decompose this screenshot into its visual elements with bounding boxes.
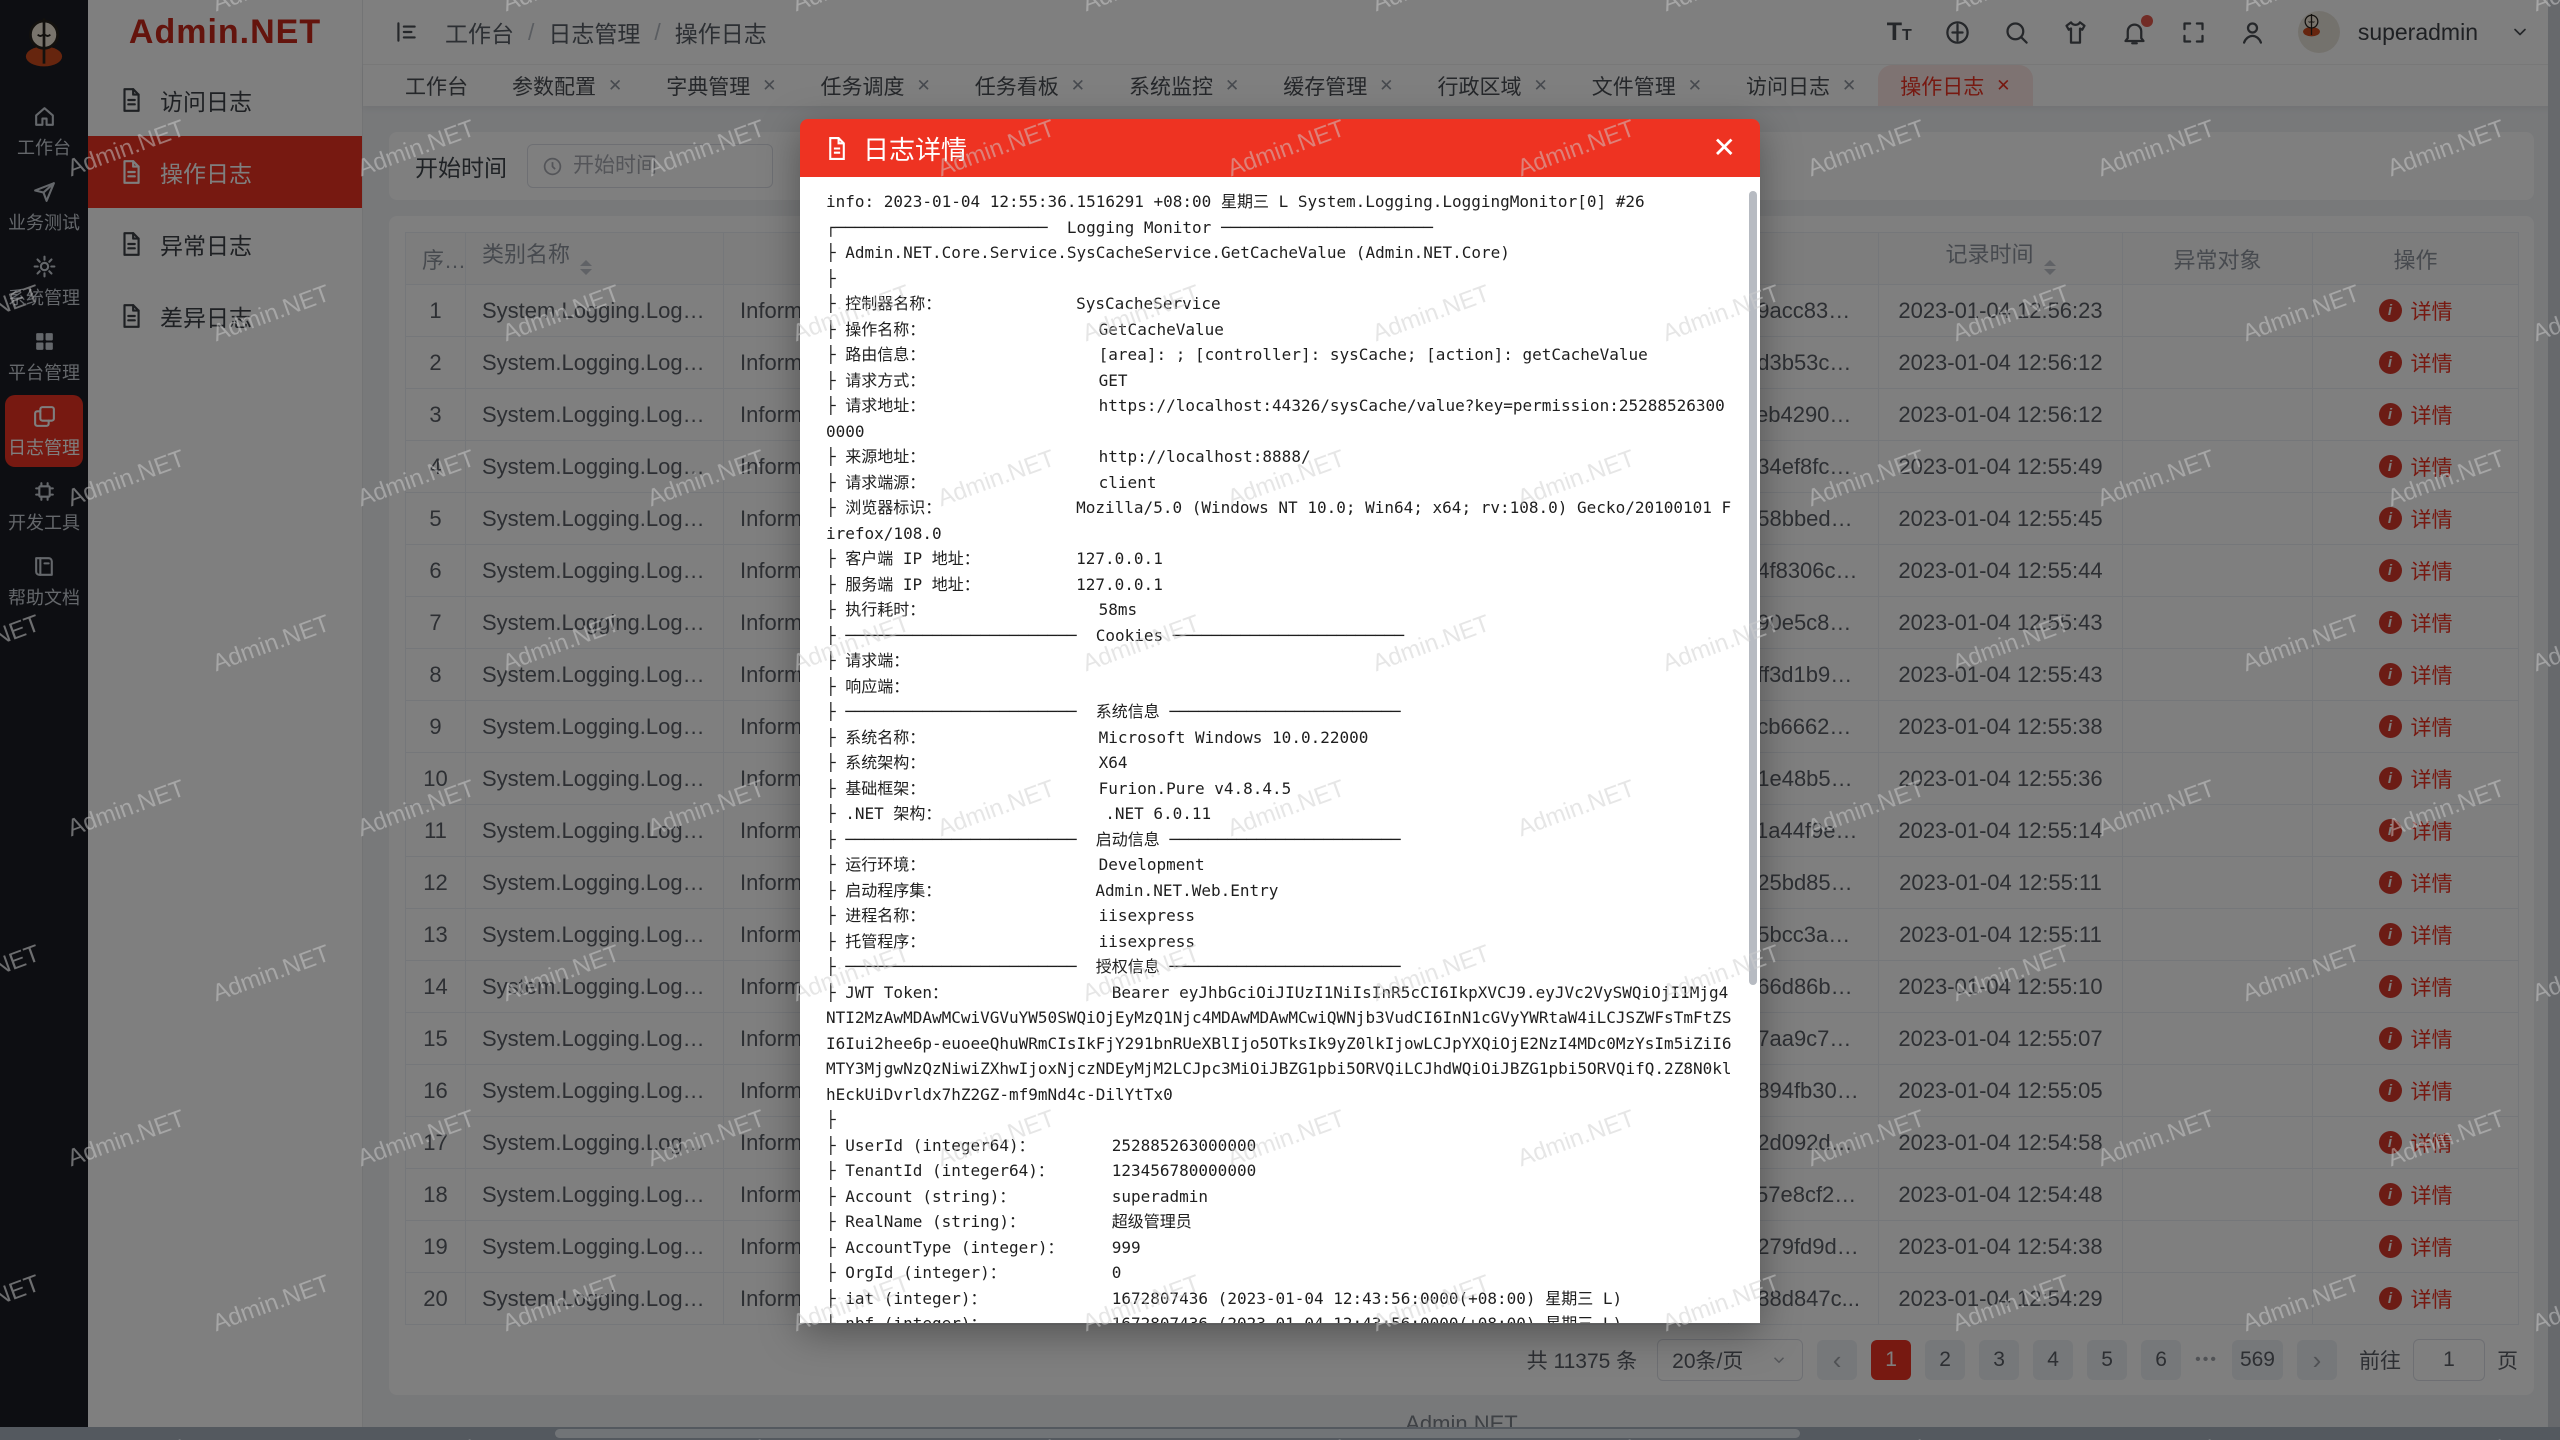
log-text: info: 2023-01-04 12:55:36.1516291 +08:00… (826, 189, 1732, 1323)
modal-scrollbar (1749, 183, 1757, 1317)
modal-body: info: 2023-01-04 12:55:36.1516291 +08:00… (800, 177, 1760, 1323)
log-detail-modal: 日志详情 ✕ info: 2023-01-04 12:55:36.1516291… (800, 119, 1760, 1323)
modal-header: 日志详情 ✕ (800, 119, 1760, 177)
close-icon[interactable]: ✕ (1713, 134, 1736, 162)
modal-title: 日志详情 (863, 130, 967, 167)
document-icon (824, 136, 849, 161)
modal-scrollbar-thumb[interactable] (1749, 191, 1757, 985)
